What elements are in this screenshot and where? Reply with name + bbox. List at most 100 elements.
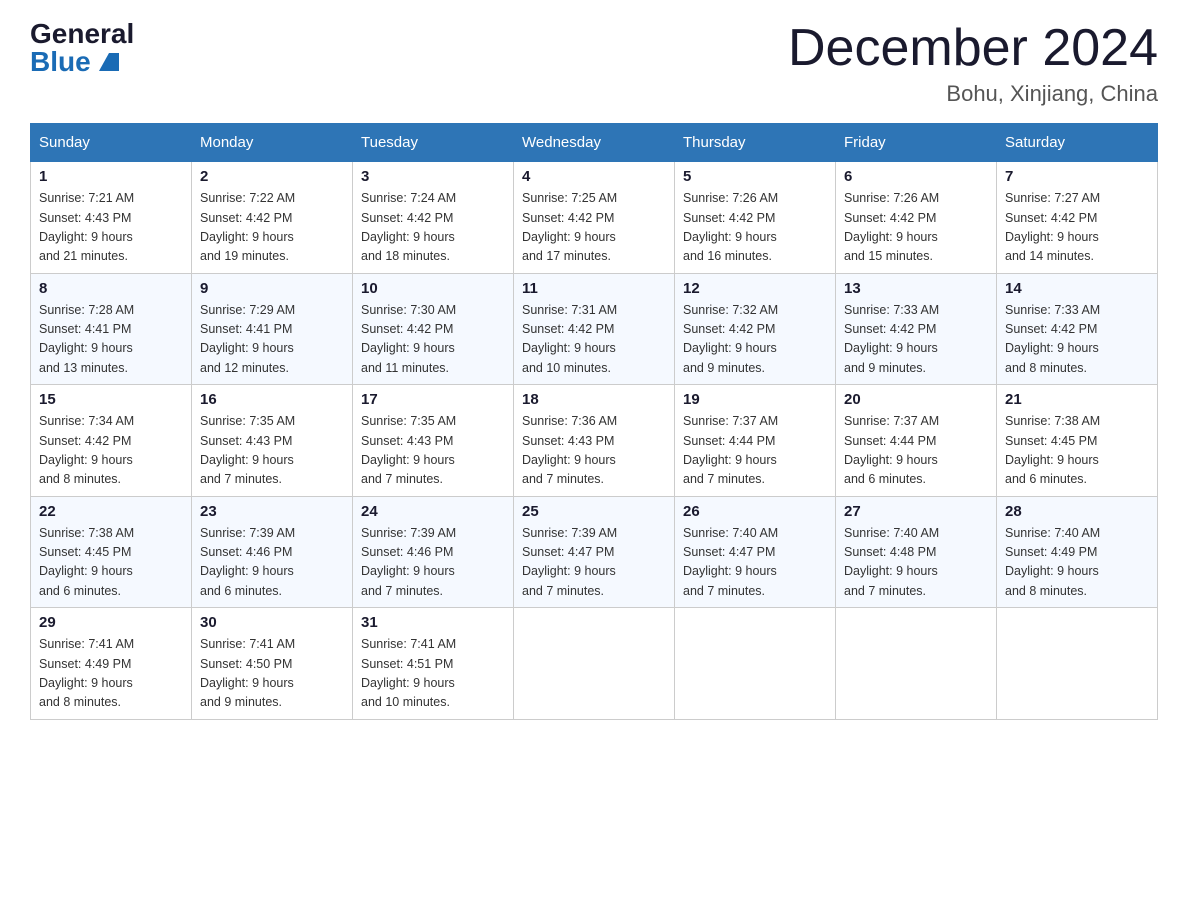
calendar-day-cell: 22 Sunrise: 7:38 AMSunset: 4:45 PMDayligh… bbox=[31, 496, 192, 608]
day-info: Sunrise: 7:39 AMSunset: 4:46 PMDaylight:… bbox=[361, 524, 505, 602]
calendar-week-row: 29 Sunrise: 7:41 AMSunset: 4:49 PMDayligh… bbox=[31, 608, 1158, 720]
day-number: 17 bbox=[361, 391, 505, 408]
calendar-day-cell: 28 Sunrise: 7:40 AMSunset: 4:49 PMDayligh… bbox=[997, 496, 1158, 608]
calendar-day-cell: 5 Sunrise: 7:26 AMSunset: 4:42 PMDaylight… bbox=[675, 162, 836, 274]
day-info: Sunrise: 7:36 AMSunset: 4:43 PMDaylight:… bbox=[522, 412, 666, 490]
title-block: December 2024 Bohu, Xinjiang, China bbox=[788, 20, 1158, 107]
day-number: 28 bbox=[1005, 503, 1149, 520]
calendar-week-row: 22 Sunrise: 7:38 AMSunset: 4:45 PMDayligh… bbox=[31, 496, 1158, 608]
calendar-day-cell: 13 Sunrise: 7:33 AMSunset: 4:42 PMDayligh… bbox=[836, 273, 997, 385]
day-number: 19 bbox=[683, 391, 827, 408]
calendar-day-cell: 23Sunrise: 7:39 AMSunset: 4:46 PMDayligh… bbox=[192, 496, 353, 608]
header-row: Sunday Monday Tuesday Wednesday Thursday… bbox=[31, 124, 1158, 162]
calendar-day-cell: 19 Sunrise: 7:37 AMSunset: 4:44 PMDayligh… bbox=[675, 385, 836, 497]
calendar-week-row: 1 Sunrise: 7:21 AMSunset: 4:43 PMDaylight… bbox=[31, 162, 1158, 274]
day-number: 5 bbox=[683, 168, 827, 185]
day-info: Sunrise: 7:29 AMSunset: 4:41 PMDaylight:… bbox=[200, 301, 344, 379]
calendar-day-cell: 18 Sunrise: 7:36 AMSunset: 4:43 PMDayligh… bbox=[514, 385, 675, 497]
calendar-day-cell: 2 Sunrise: 7:22 AMSunset: 4:42 PMDaylight… bbox=[192, 162, 353, 274]
calendar-day-cell bbox=[997, 608, 1158, 720]
calendar-day-cell: 26 Sunrise: 7:40 AMSunset: 4:47 PMDayligh… bbox=[675, 496, 836, 608]
day-info: Sunrise: 7:40 AMSunset: 4:49 PMDaylight:… bbox=[1005, 524, 1149, 602]
calendar-day-cell: 6Sunrise: 7:26 AMSunset: 4:42 PMDaylight… bbox=[836, 162, 997, 274]
day-number: 1 bbox=[39, 168, 183, 185]
day-number: 7 bbox=[1005, 168, 1149, 185]
calendar-day-cell: 9Sunrise: 7:29 AMSunset: 4:41 PMDaylight… bbox=[192, 273, 353, 385]
day-info: Sunrise: 7:37 AMSunset: 4:44 PMDaylight:… bbox=[844, 412, 988, 490]
day-number: 30 bbox=[200, 614, 344, 631]
logo: General Blue bbox=[30, 20, 134, 76]
calendar-day-cell bbox=[675, 608, 836, 720]
day-info: Sunrise: 7:38 AMSunset: 4:45 PMDaylight:… bbox=[1005, 412, 1149, 490]
day-info: Sunrise: 7:35 AMSunset: 4:43 PMDaylight:… bbox=[200, 412, 344, 490]
day-number: 15 bbox=[39, 391, 183, 408]
col-tuesday: Tuesday bbox=[353, 124, 514, 162]
day-info: Sunrise: 7:38 AMSunset: 4:45 PMDaylight:… bbox=[39, 524, 183, 602]
day-number: 10 bbox=[361, 280, 505, 297]
day-number: 22 bbox=[39, 503, 183, 520]
day-number: 18 bbox=[522, 391, 666, 408]
day-number: 3 bbox=[361, 168, 505, 185]
col-thursday: Thursday bbox=[675, 124, 836, 162]
calendar-day-cell: 20 Sunrise: 7:37 AMSunset: 4:44 PMDayligh… bbox=[836, 385, 997, 497]
day-number: 13 bbox=[844, 280, 988, 297]
calendar-day-cell: 1 Sunrise: 7:21 AMSunset: 4:43 PMDaylight… bbox=[31, 162, 192, 274]
day-info: Sunrise: 7:39 AMSunset: 4:47 PMDaylight:… bbox=[522, 524, 666, 602]
calendar-day-cell: 21 Sunrise: 7:38 AMSunset: 4:45 PMDayligh… bbox=[997, 385, 1158, 497]
col-wednesday: Wednesday bbox=[514, 124, 675, 162]
day-number: 21 bbox=[1005, 391, 1149, 408]
day-info: Sunrise: 7:22 AMSunset: 4:42 PMDaylight:… bbox=[200, 189, 344, 267]
col-friday: Friday bbox=[836, 124, 997, 162]
day-number: 29 bbox=[39, 614, 183, 631]
logo-blue-text: Blue bbox=[30, 48, 119, 76]
day-number: 8 bbox=[39, 280, 183, 297]
logo-general-text: General bbox=[30, 20, 134, 48]
day-info: Sunrise: 7:24 AMSunset: 4:42 PMDaylight:… bbox=[361, 189, 505, 267]
col-monday: Monday bbox=[192, 124, 353, 162]
calendar-day-cell: 24 Sunrise: 7:39 AMSunset: 4:46 PMDayligh… bbox=[353, 496, 514, 608]
day-info: Sunrise: 7:21 AMSunset: 4:43 PMDaylight:… bbox=[39, 189, 183, 267]
day-number: 27 bbox=[844, 503, 988, 520]
calendar-week-row: 8 Sunrise: 7:28 AMSunset: 4:41 PMDaylight… bbox=[31, 273, 1158, 385]
logo-triangle-icon bbox=[99, 53, 119, 71]
calendar-day-cell: 30 Sunrise: 7:41 AMSunset: 4:50 PMDayligh… bbox=[192, 608, 353, 720]
day-info: Sunrise: 7:31 AMSunset: 4:42 PMDaylight:… bbox=[522, 301, 666, 379]
day-info: Sunrise: 7:41 AMSunset: 4:50 PMDaylight:… bbox=[200, 635, 344, 713]
day-number: 2 bbox=[200, 168, 344, 185]
day-number: 24 bbox=[361, 503, 505, 520]
day-info: Sunrise: 7:41 AMSunset: 4:51 PMDaylight:… bbox=[361, 635, 505, 713]
calendar-day-cell: 16 Sunrise: 7:35 AMSunset: 4:43 PMDayligh… bbox=[192, 385, 353, 497]
calendar-day-cell: 29 Sunrise: 7:41 AMSunset: 4:49 PMDayligh… bbox=[31, 608, 192, 720]
day-info: Sunrise: 7:37 AMSunset: 4:44 PMDaylight:… bbox=[683, 412, 827, 490]
day-info: Sunrise: 7:40 AMSunset: 4:47 PMDaylight:… bbox=[683, 524, 827, 602]
day-number: 14 bbox=[1005, 280, 1149, 297]
day-info: Sunrise: 7:33 AMSunset: 4:42 PMDaylight:… bbox=[844, 301, 988, 379]
day-info: Sunrise: 7:27 AMSunset: 4:42 PMDaylight:… bbox=[1005, 189, 1149, 267]
calendar-day-cell: 14Sunrise: 7:33 AMSunset: 4:42 PMDayligh… bbox=[997, 273, 1158, 385]
calendar-day-cell bbox=[514, 608, 675, 720]
day-number: 12 bbox=[683, 280, 827, 297]
day-info: Sunrise: 7:40 AMSunset: 4:48 PMDaylight:… bbox=[844, 524, 988, 602]
calendar-day-cell: 11 Sunrise: 7:31 AMSunset: 4:42 PMDayligh… bbox=[514, 273, 675, 385]
calendar-day-cell: 27 Sunrise: 7:40 AMSunset: 4:48 PMDayligh… bbox=[836, 496, 997, 608]
calendar-body: 1 Sunrise: 7:21 AMSunset: 4:43 PMDaylight… bbox=[31, 162, 1158, 720]
day-number: 26 bbox=[683, 503, 827, 520]
day-info: Sunrise: 7:25 AMSunset: 4:42 PMDaylight:… bbox=[522, 189, 666, 267]
day-info: Sunrise: 7:30 AMSunset: 4:42 PMDaylight:… bbox=[361, 301, 505, 379]
calendar-table: Sunday Monday Tuesday Wednesday Thursday… bbox=[30, 123, 1158, 720]
calendar-day-cell: 10 Sunrise: 7:30 AMSunset: 4:42 PMDayligh… bbox=[353, 273, 514, 385]
calendar-day-cell: 15 Sunrise: 7:34 AMSunset: 4:42 PMDayligh… bbox=[31, 385, 192, 497]
calendar-day-cell: 17Sunrise: 7:35 AMSunset: 4:43 PMDayligh… bbox=[353, 385, 514, 497]
day-info: Sunrise: 7:41 AMSunset: 4:49 PMDaylight:… bbox=[39, 635, 183, 713]
day-info: Sunrise: 7:28 AMSunset: 4:41 PMDaylight:… bbox=[39, 301, 183, 379]
day-info: Sunrise: 7:34 AMSunset: 4:42 PMDaylight:… bbox=[39, 412, 183, 490]
day-number: 16 bbox=[200, 391, 344, 408]
day-number: 6 bbox=[844, 168, 988, 185]
day-number: 4 bbox=[522, 168, 666, 185]
page-header: General Blue December 2024 Bohu, Xinjian… bbox=[30, 20, 1158, 107]
day-number: 31 bbox=[361, 614, 505, 631]
day-info: Sunrise: 7:26 AMSunset: 4:42 PMDaylight:… bbox=[683, 189, 827, 267]
day-number: 20 bbox=[844, 391, 988, 408]
day-number: 11 bbox=[522, 280, 666, 297]
calendar-day-cell: 8 Sunrise: 7:28 AMSunset: 4:41 PMDaylight… bbox=[31, 273, 192, 385]
